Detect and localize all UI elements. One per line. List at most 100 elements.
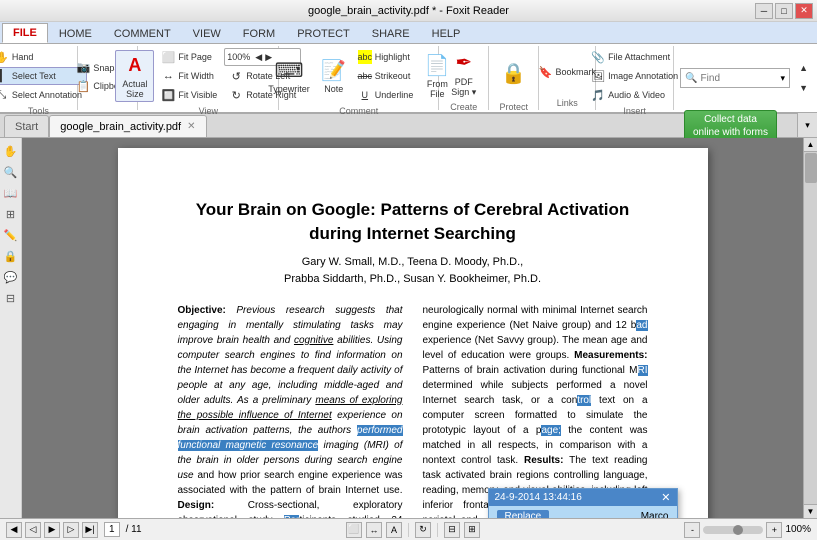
title-bar: google_brain_activity.pdf * - Foxit Read…: [0, 0, 817, 22]
annotation-select-icon: ⤡: [0, 88, 9, 102]
tab-view[interactable]: VIEW: [182, 23, 232, 43]
insert-group: 📎 File Attachment 🖼 Image Annotation 🎵 A…: [596, 46, 674, 110]
highlight-button[interactable]: abc Highlight: [353, 48, 419, 66]
tab-form[interactable]: FORM: [232, 23, 286, 43]
audio-video-button[interactable]: 🎵 Audio & Video: [586, 86, 683, 104]
zoom-level: 100%: [785, 524, 811, 535]
fit-width-status-button[interactable]: ↔: [366, 522, 382, 538]
protect-icon: 🔒: [502, 61, 526, 85]
links-label: Links: [557, 98, 578, 108]
replace-button[interactable]: Replace: [497, 510, 550, 518]
sidebar-hand-tool[interactable]: ✋: [2, 142, 20, 160]
next-page-button[interactable]: ▷: [63, 522, 79, 538]
actual-size-status-button[interactable]: A: [386, 522, 402, 538]
doc-tab-pdf[interactable]: google_brain_activity.pdf ✕: [49, 115, 206, 137]
sidebar-annotations[interactable]: ✏️: [2, 226, 20, 244]
document-viewer[interactable]: Your Brain on Google: Patterns of Cerebr…: [22, 138, 803, 518]
doc-tab-start[interactable]: Start: [4, 115, 49, 137]
zoom-in-button[interactable]: +: [766, 522, 782, 538]
image-annotation-button[interactable]: 🖼 Image Annotation: [586, 67, 683, 85]
minimize-button[interactable]: ─: [755, 3, 773, 19]
zoom-out-button[interactable]: -: [684, 522, 700, 538]
tools-group: ✋ Hand ▌ Select Text ⤡ Select Annotation…: [0, 46, 78, 110]
window-controls: ─ □ ✕: [755, 3, 813, 19]
comment-close-button[interactable]: ✕: [661, 491, 670, 504]
comment-popup: 24-9-2014 13:44:16 ✕ Replace Marco Optio…: [488, 488, 678, 518]
status-bar: ◀ ◁ ▶ ▷ ▶| 1 / 11 ⬜ ↔ A ↻ ⊟ ⊞ - + 100%: [0, 518, 817, 540]
search-next-button[interactable]: ▼: [794, 79, 813, 97]
fit-width-button[interactable]: ↔ Fit Width: [156, 67, 222, 85]
typewriter-icon: ⌨: [277, 58, 301, 82]
new-tab-button[interactable]: ▾: [797, 113, 817, 137]
tab-home[interactable]: HOME: [48, 23, 103, 43]
comment-body: Replace Marco Options ▾: [489, 506, 677, 518]
note-button[interactable]: 📝 Note: [317, 50, 351, 102]
first-page-button[interactable]: ◀: [6, 522, 22, 538]
search-options-icon[interactable]: ▾: [781, 73, 786, 84]
comment-value: Marco: [641, 511, 669, 518]
page-of: / 11: [126, 524, 142, 535]
right-scrollbar: ▲ ▼: [803, 138, 817, 518]
typewriter-button[interactable]: ⌨ Typewriter: [263, 50, 315, 102]
scroll-down-button[interactable]: ▼: [804, 504, 817, 518]
close-button[interactable]: ✕: [795, 3, 813, 19]
tab-protect[interactable]: PROTECT: [286, 23, 361, 43]
sidebar-thumbs[interactable]: ⊞: [2, 205, 20, 223]
tab-help[interactable]: HELP: [421, 23, 472, 43]
fit-visible-button[interactable]: 🔲 Fit Visible: [156, 86, 222, 104]
file-attachment-icon: 📎: [591, 50, 605, 64]
fit-page-status-button[interactable]: ⬜: [346, 522, 362, 538]
actual-size-button[interactable]: A ActualSize: [115, 50, 154, 102]
tab-share[interactable]: SHARE: [361, 23, 421, 43]
pdf-sign-button[interactable]: ✒ PDFSign ▾: [446, 48, 481, 100]
split-view-button[interactable]: ⊟: [444, 522, 460, 538]
maximize-button[interactable]: □: [775, 3, 793, 19]
fit-page-icon: ⬜: [161, 50, 175, 64]
clipboard-icon: 📋: [76, 80, 90, 94]
create-group: ✒ PDFSign ▾ Create: [439, 46, 489, 110]
search-icon: 🔍: [685, 73, 697, 84]
underline-button[interactable]: U Underline: [353, 86, 419, 104]
protect-label: Protect: [500, 102, 529, 112]
strikeout-icon: abc: [358, 69, 372, 83]
create-label: Create: [450, 102, 477, 112]
rotate-status-button[interactable]: ↻: [415, 522, 431, 538]
sidebar-comment[interactable]: 💬: [2, 268, 20, 286]
fit-width-icon: ↔: [161, 69, 175, 83]
cursor-icon: ▌: [0, 69, 9, 83]
protect-button[interactable]: 🔒: [497, 48, 531, 100]
two-page-button[interactable]: ⊞: [464, 522, 480, 538]
snapshot-icon: 📷: [76, 61, 90, 75]
collect-data-button[interactable]: Collect dataonline with forms: [684, 110, 777, 142]
pdf-tab-label: google_brain_activity.pdf: [60, 121, 181, 133]
strikeout-button[interactable]: abc Strikeout: [353, 67, 419, 85]
tab-comment[interactable]: COMMENT: [103, 23, 182, 43]
last-page-button[interactable]: ▶|: [82, 522, 98, 538]
scroll-track[interactable]: [804, 152, 817, 504]
scroll-thumb[interactable]: [805, 153, 817, 183]
fit-page-button[interactable]: ⬜ Fit Page: [156, 48, 222, 66]
sidebar-bookmark[interactable]: 📖: [2, 184, 20, 202]
zoom-decrease-button[interactable]: ◀: [255, 52, 262, 63]
prev-page-button[interactable]: ◁: [25, 522, 41, 538]
new-tab-icon: ▾: [805, 120, 810, 131]
search-prev-button[interactable]: ▲: [794, 59, 813, 77]
comment-group: ⌨ Typewriter 📝 Note abc Highlight abc St…: [279, 46, 439, 110]
file-attachment-button[interactable]: 📎 File Attachment: [586, 48, 683, 66]
scroll-up-button[interactable]: ▲: [804, 138, 817, 152]
close-tab-button[interactable]: ✕: [187, 121, 195, 132]
search-box: 🔍 ▾: [680, 68, 790, 88]
sidebar-lock[interactable]: 🔒: [2, 247, 20, 265]
tab-file[interactable]: FILE: [2, 23, 48, 43]
comment-label: Comment: [339, 106, 378, 116]
zoom-slider[interactable]: [703, 526, 763, 534]
status-icons: ⬜ ↔ A ↻ ⊟ ⊞: [346, 522, 480, 538]
sidebar-zoom[interactable]: 🔍: [2, 163, 20, 181]
image-annotation-icon: 🖼: [591, 69, 605, 83]
document-page: Your Brain on Google: Patterns of Cerebr…: [118, 148, 708, 518]
play-button[interactable]: ▶: [44, 522, 60, 538]
search-input[interactable]: [701, 73, 781, 84]
sidebar-layers[interactable]: ⊟: [2, 289, 20, 307]
title-bar-text: google_brain_activity.pdf * - Foxit Read…: [308, 5, 509, 17]
comment-timestamp: 24-9-2014 13:44:16: [495, 492, 582, 503]
